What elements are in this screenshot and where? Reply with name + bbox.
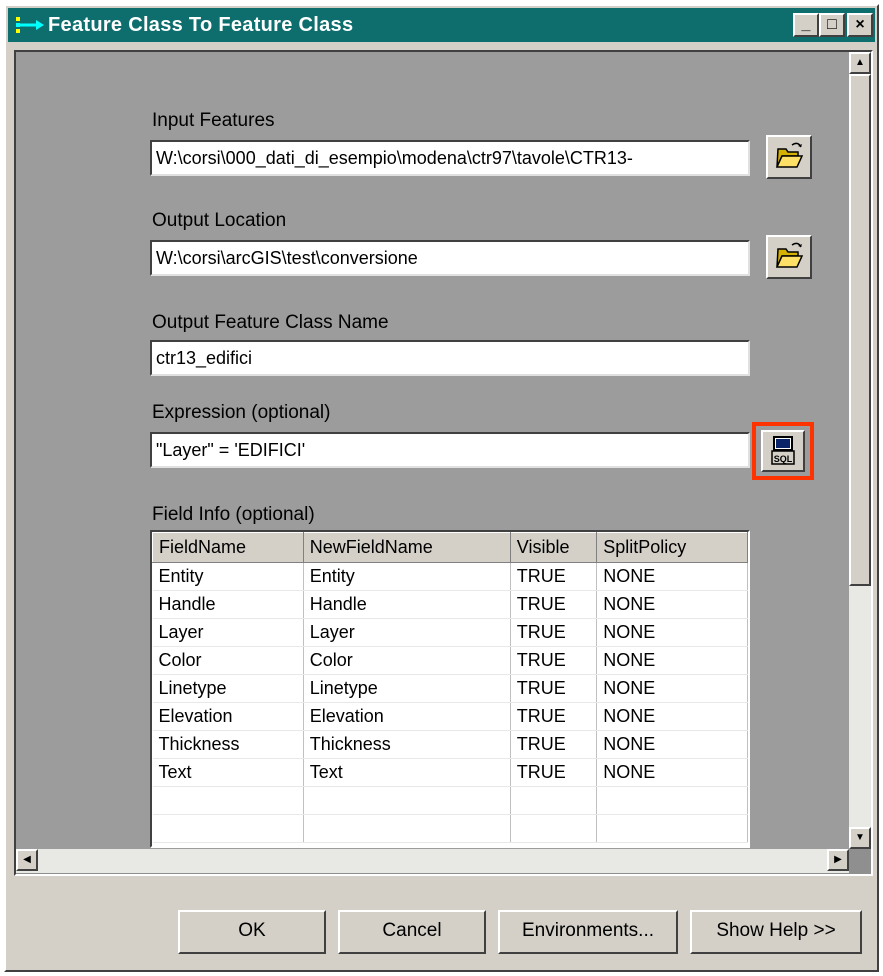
input-features-field[interactable]: W:\corsi\000_dati_di_esempio\modena\ctr9… — [150, 140, 750, 176]
scroll-right-button[interactable]: ▶ — [827, 849, 849, 871]
column-header-visible[interactable]: Visible — [509, 532, 598, 563]
sql-icon: SQL — [771, 436, 795, 465]
table-cell[interactable]: Elevation — [152, 702, 304, 731]
table-cell[interactable]: NONE — [596, 562, 748, 591]
table-row[interactable]: Layer Layer TRUE NONE — [152, 618, 748, 647]
ok-button[interactable]: OK — [178, 910, 326, 954]
table-row[interactable]: Elevation Elevation TRUE NONE — [152, 702, 748, 731]
table-cell[interactable] — [152, 786, 304, 815]
table-cell[interactable] — [596, 786, 748, 815]
table-cell[interactable]: NONE — [596, 646, 748, 675]
table-cell[interactable]: Elevation — [303, 702, 511, 731]
maximize-button[interactable]: □ — [819, 13, 845, 37]
expression-field[interactable]: "Layer" = 'EDIFICI' — [150, 432, 750, 468]
output-location-field[interactable]: W:\corsi\arcGIS\test\conversione — [150, 240, 750, 276]
window-title: Feature Class To Feature Class — [48, 14, 354, 36]
input-features-label: Input Features — [152, 110, 275, 131]
dialog-window: Feature Class To Feature Class _ □ × Inp… — [4, 4, 879, 972]
table-cell[interactable]: NONE — [596, 702, 748, 731]
field-info-label: Field Info (optional) — [152, 504, 315, 525]
table-cell[interactable]: TRUE — [510, 758, 598, 787]
minimize-button[interactable]: _ — [793, 13, 819, 37]
output-name-field[interactable]: ctr13_edifici — [150, 340, 750, 376]
table-cell[interactable]: Color — [303, 646, 511, 675]
table-row[interactable] — [152, 814, 748, 843]
show-help-button[interactable]: Show Help >> — [690, 910, 862, 954]
table-row[interactable]: Color Color TRUE NONE — [152, 646, 748, 675]
table-row[interactable]: Entity Entity TRUE NONE — [152, 562, 748, 591]
output-name-label: Output Feature Class Name — [152, 312, 389, 333]
close-button[interactable]: × — [847, 13, 873, 37]
input-features-browse-button[interactable] — [766, 135, 812, 179]
table-row[interactable]: Thickness Thickness TRUE NONE — [152, 730, 748, 759]
scroll-up-button[interactable]: ▲ — [849, 52, 871, 74]
table-cell[interactable]: Handle — [152, 590, 304, 619]
table-cell[interactable]: Entity — [152, 562, 304, 591]
table-cell[interactable]: TRUE — [510, 702, 598, 731]
sql-icon-text: SQL — [774, 454, 793, 464]
column-header-fieldname[interactable]: FieldName — [152, 532, 304, 563]
table-cell[interactable]: Linetype — [303, 674, 511, 703]
output-location-browse-button[interactable] — [766, 235, 812, 279]
table-cell[interactable]: TRUE — [510, 646, 598, 675]
table-cell[interactable]: Text — [303, 758, 511, 787]
table-cell[interactable]: NONE — [596, 674, 748, 703]
vertical-scrollbar[interactable]: ▲ ▼ — [849, 52, 871, 849]
table-cell[interactable]: NONE — [596, 590, 748, 619]
table-cell[interactable]: NONE — [596, 758, 748, 787]
table-row[interactable] — [152, 786, 748, 815]
table-row[interactable]: Text Text TRUE NONE — [152, 758, 748, 787]
table-cell[interactable]: Thickness — [152, 730, 304, 759]
table-header-row: FieldName NewFieldName Visible SplitPoli… — [152, 532, 748, 563]
horizontal-scrollbar[interactable]: ◀ ▶ — [16, 849, 849, 873]
table-row[interactable]: Linetype Linetype TRUE NONE — [152, 674, 748, 703]
table-cell[interactable]: TRUE — [510, 590, 598, 619]
expression-label: Expression (optional) — [152, 402, 331, 423]
table-cell[interactable]: Thickness — [303, 730, 511, 759]
table-cell[interactable]: Layer — [303, 618, 511, 647]
table-cell[interactable]: Handle — [303, 590, 511, 619]
table-cell[interactable]: TRUE — [510, 674, 598, 703]
table-cell[interactable] — [303, 786, 511, 815]
table-cell[interactable]: TRUE — [510, 730, 598, 759]
app-icon — [16, 17, 44, 33]
folder-open-icon — [775, 242, 804, 268]
table-cell[interactable]: TRUE — [510, 618, 598, 647]
sql-button[interactable]: SQL — [761, 430, 805, 472]
scroll-left-button[interactable]: ◀ — [16, 849, 38, 871]
column-header-newfieldname[interactable]: NewFieldName — [302, 532, 511, 563]
folder-open-icon — [775, 142, 804, 168]
table-cell[interactable] — [303, 814, 511, 843]
scroll-down-button[interactable]: ▼ — [849, 827, 871, 849]
table-cell[interactable] — [510, 814, 598, 843]
output-location-label: Output Location — [152, 210, 287, 231]
table-cell[interactable]: Linetype — [152, 674, 304, 703]
cancel-button[interactable]: Cancel — [338, 910, 486, 954]
table-cell[interactable]: NONE — [596, 730, 748, 759]
table-row[interactable]: Handle Handle TRUE NONE — [152, 590, 748, 619]
table-cell[interactable]: Color — [152, 646, 304, 675]
parameters-panel: Input Features W:\corsi\000_dati_di_esem… — [16, 52, 849, 849]
parameters-pane: Input Features W:\corsi\000_dati_di_esem… — [14, 50, 873, 876]
table-cell[interactable]: Text — [152, 758, 304, 787]
table-cell[interactable]: TRUE — [510, 562, 598, 591]
environments-button[interactable]: Environments... — [498, 910, 678, 954]
table-cell[interactable] — [510, 786, 598, 815]
field-info-table[interactable]: FieldName NewFieldName Visible SplitPoli… — [150, 530, 750, 848]
column-header-splitpolicy[interactable]: SplitPolicy — [596, 532, 748, 563]
table-cell[interactable] — [152, 814, 304, 843]
table-cell[interactable]: NONE — [596, 618, 748, 647]
table-cell[interactable]: Layer — [152, 618, 304, 647]
table-cell[interactable]: Entity — [303, 562, 511, 591]
vertical-scroll-thumb[interactable] — [849, 74, 871, 586]
title-bar[interactable]: Feature Class To Feature Class _ □ × — [8, 8, 875, 42]
table-cell[interactable] — [596, 814, 748, 843]
